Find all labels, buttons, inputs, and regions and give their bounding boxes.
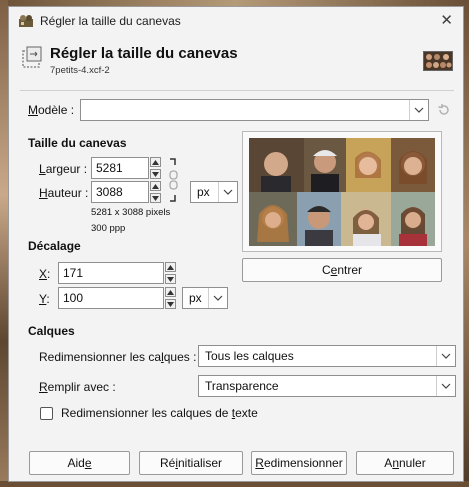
chevron-down-icon [414,107,424,113]
header-separator [20,90,454,91]
fill-with-value: Transparence [205,379,279,393]
image-thumbnail [423,51,453,71]
resolution-info: 300 ppp [91,223,126,234]
canvas-size-section: Taille du canevas [28,136,127,150]
cancel-button[interactable]: Annuler [356,451,454,475]
offset-y-spinner[interactable] [165,287,176,309]
triangle-up-icon [152,184,159,189]
triangle-up-icon [152,160,159,165]
width-input[interactable]: 5281 [91,157,149,179]
resize-layers-label: Redimensionner les calques : [39,350,197,364]
help-button[interactable]: Aide [29,451,130,475]
reset-button[interactable]: Réinitialiser [139,451,243,475]
chevron-down-icon [441,353,451,359]
width-decrement[interactable] [150,169,161,179]
triangle-down-icon [167,302,174,307]
reset-icon[interactable] [437,103,451,117]
offset-unit-value: px [189,291,202,305]
size-unit-value: px [197,185,210,199]
offset-y-input[interactable]: 100 [58,287,164,309]
height-label: Hauteur : [39,186,89,200]
chevron-down-icon [223,189,233,195]
width-increment[interactable] [150,157,161,167]
template-combo[interactable] [80,99,429,121]
size-unit-dropdown[interactable] [218,182,237,202]
preview-image [249,138,435,246]
window-title: Régler la taille du canevas [40,14,181,28]
width-spinner[interactable] [150,157,161,179]
width-label: Largeur : [39,162,88,176]
triangle-up-icon [167,290,174,295]
offset-y-label: Y: [39,292,50,306]
dialog-heading: Régler la taille du canevas [50,45,238,62]
fill-with-dropdown[interactable] [436,376,455,396]
template-dropdown[interactable] [409,100,428,120]
close-icon[interactable]: ✕ [440,11,453,29]
chevron-down-icon [441,383,451,389]
resize-layers-dropdown[interactable] [436,346,455,366]
canvas-preview[interactable] [242,131,442,252]
size-unit-combo[interactable]: px [190,181,238,203]
offset-x-decrement[interactable] [165,274,176,284]
offset-y-increment[interactable] [165,287,176,297]
offset-section: Décalage [28,239,81,253]
triangle-down-icon [152,172,159,177]
desktop-background-left [0,0,8,487]
height-increment[interactable] [150,181,161,191]
offset-x-increment[interactable] [165,262,176,272]
resize-text-layers-label[interactable]: Redimensionner les calques de texte [61,406,258,420]
offset-x-spinner[interactable] [165,262,176,284]
template-label: Modèle : [28,103,75,117]
triangle-down-icon [167,277,174,282]
layers-section: Calques [28,324,75,338]
chain-link-icon[interactable] [167,157,181,203]
image-name: 7petits-4.xcf-2 [50,65,110,76]
offset-x-label: X: [39,267,51,281]
triangle-down-icon [152,196,159,201]
fill-with-label: Remplir avec : [39,380,116,394]
offset-x-input[interactable]: 171 [58,262,164,284]
gimp-app-icon [19,15,33,27]
offset-y-decrement[interactable] [165,299,176,309]
canvas-size-dialog: Régler la taille du canevas ✕ Régler la … [8,6,464,482]
resize-layers-value: Tous les calques [205,349,294,363]
canvas-size-icon [22,46,42,68]
height-decrement[interactable] [150,193,161,203]
center-button[interactable]: Centrer [242,258,442,282]
triangle-up-icon [167,265,174,270]
offset-unit-dropdown[interactable] [208,288,227,308]
resize-button[interactable]: Redimensionner [251,451,347,475]
title-bar[interactable]: Régler la taille du canevas ✕ [9,7,463,35]
chevron-down-icon [213,295,223,301]
height-input[interactable]: 3088 [91,181,149,203]
height-spinner[interactable] [150,181,161,203]
fill-with-combo[interactable]: Transparence [198,375,456,397]
pixel-dimensions: 5281 x 3088 pixels [91,207,171,218]
resize-layers-combo[interactable]: Tous les calques [198,345,456,367]
resize-text-layers-checkbox[interactable] [40,407,53,420]
offset-unit-combo[interactable]: px [182,287,228,309]
